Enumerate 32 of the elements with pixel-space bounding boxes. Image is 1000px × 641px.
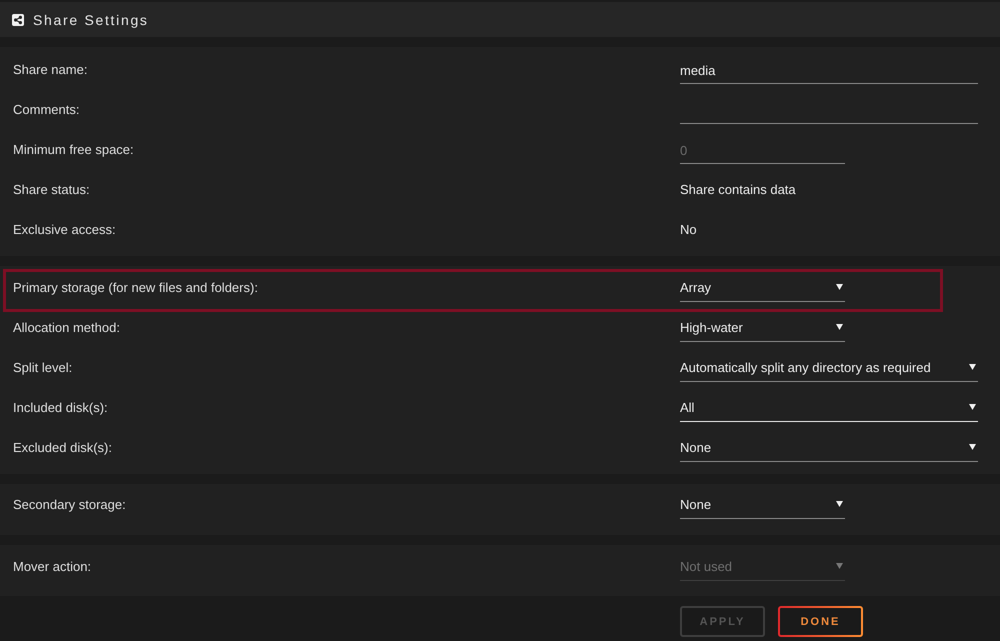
caret-icon [836,501,843,507]
caret-icon [836,324,843,330]
caret-icon [836,284,843,290]
dropdown[interactable]: All [680,398,978,422]
field-label: Share name: [13,61,88,79]
caret-icon [836,563,843,569]
dropdown[interactable]: None [680,495,845,519]
field-label: Included disk(s): [13,399,108,417]
field-label: Excluded disk(s): [13,439,112,457]
caret-icon [969,444,976,450]
status-text: Share contains data [680,182,796,197]
field-label: Minimum free space: [13,141,134,159]
field-label: Exclusive access: [13,221,116,239]
dropdown[interactable]: None [680,438,978,462]
field-label: Comments: [13,101,80,119]
caret-icon [969,364,976,370]
dropdown[interactable]: Array [680,278,845,302]
panel-title: Share Settings [33,10,149,28]
field-label: Split level: [13,359,72,377]
field-label: Secondary storage: [13,496,126,514]
dropdown[interactable]: High-water [680,318,845,342]
field-label: Share status: [13,181,90,199]
done-button[interactable]: DONE [778,606,863,637]
field-label: Mover action: [13,558,92,576]
dropdown[interactable]: Automatically split any directory as required [680,358,978,382]
text-field[interactable]: media [680,60,978,84]
status-text: No [680,222,697,237]
number-field[interactable]: 0 [680,140,845,164]
field-label: Allocation method: [13,319,120,337]
share-icon [12,14,24,26]
field-label: Primary storage (for new files and folders): [13,279,258,297]
caret-icon [969,404,976,410]
